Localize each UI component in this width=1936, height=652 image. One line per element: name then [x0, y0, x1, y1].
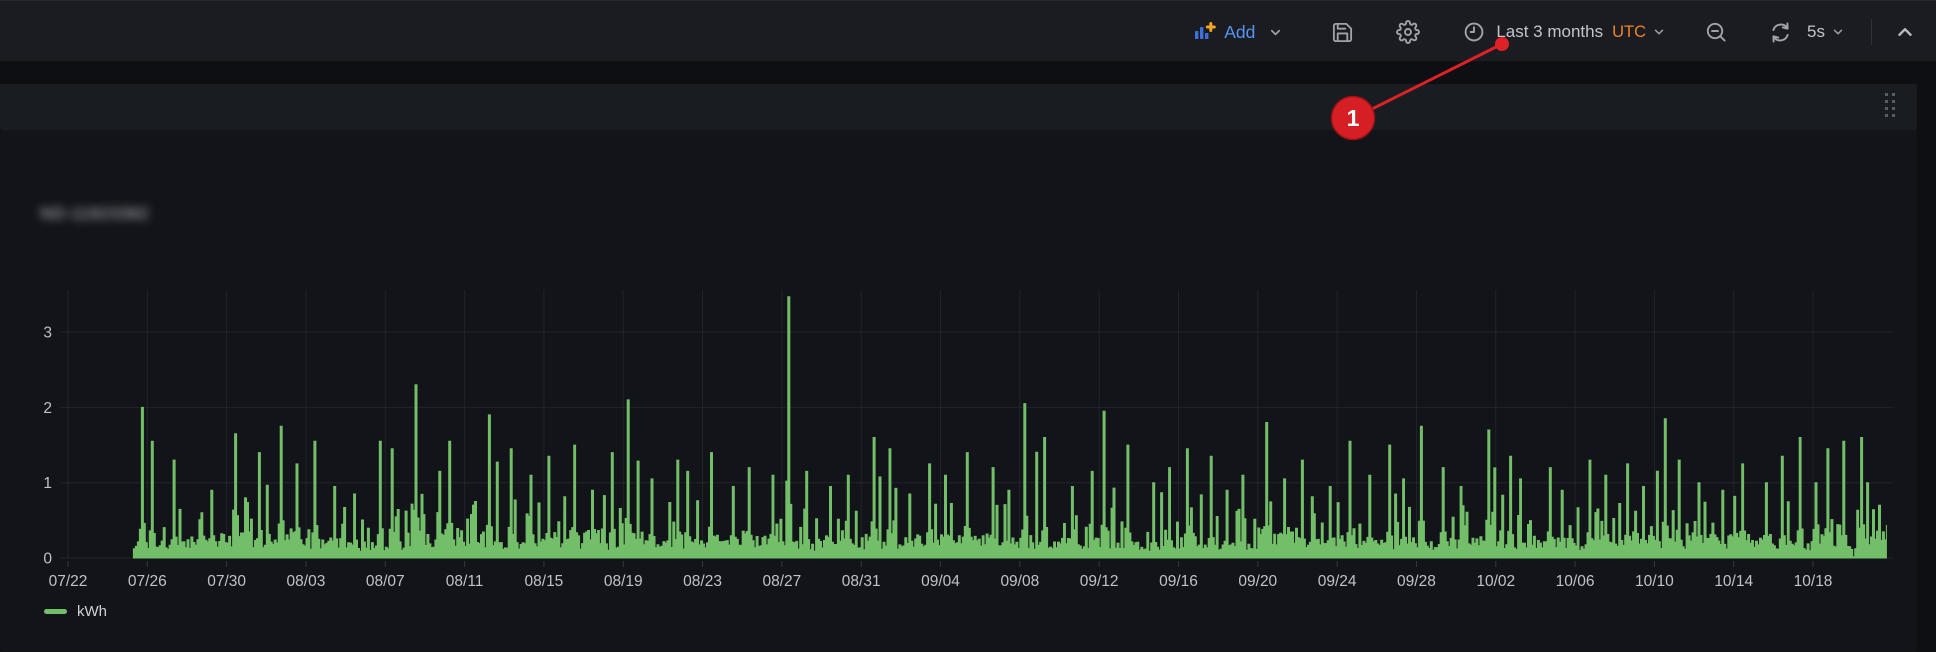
x-axis-tick-label: 10/06	[1556, 573, 1595, 590]
x-axis-tick-label: 10/14	[1714, 573, 1753, 590]
x-axis-tick-label: 09/24	[1318, 573, 1357, 590]
x-axis-tick-label: 09/12	[1080, 573, 1119, 590]
timeseries-panel: ND-11823382 012307/2207/2607/3008/0308/0…	[0, 130, 1917, 652]
dashboard-toolbar: Add	[0, 0, 1936, 62]
x-axis-tick-label: 07/22	[49, 573, 88, 590]
add-panel-button[interactable]: Add	[1192, 20, 1283, 44]
x-axis-tick-label: 08/19	[604, 573, 643, 590]
clock-icon	[1462, 20, 1486, 44]
x-axis-tick-label: 09/20	[1238, 573, 1277, 590]
bar-chart-plus-icon	[1192, 20, 1216, 44]
x-axis-tick-label: 09/16	[1159, 573, 1198, 590]
legend-series-swatch	[44, 609, 67, 614]
refresh-icon	[1768, 20, 1793, 45]
x-axis-tick-label: 10/02	[1476, 573, 1515, 590]
x-axis-tick-label: 08/31	[842, 573, 881, 590]
chevron-down-icon	[1268, 25, 1283, 40]
toolbar-divider	[1871, 19, 1872, 45]
toolbar-actions: Add	[1192, 1, 1936, 63]
add-panel-label: Add	[1224, 22, 1255, 43]
panel-drag-handle-icon[interactable]	[1885, 93, 1895, 117]
x-axis-tick-label: 08/23	[683, 573, 722, 590]
time-series-chart[interactable]: 0 1 2 3 07/22 07/26 07/30 08/03 08/07 08/11 08/15 0…	[0, 130, 1917, 652]
x-axis-tick-label: 09/28	[1397, 573, 1436, 590]
x-axis-tick-label: 07/26	[128, 573, 167, 590]
y-axis-tick-label: 0	[43, 551, 52, 568]
x-axis-tick-label: 07/30	[207, 573, 246, 590]
y-axis-tick-label: 2	[43, 400, 52, 417]
x-axis-tick-label: 08/03	[287, 573, 326, 590]
collapse-toolbar-button[interactable]	[1894, 21, 1916, 43]
x-axis-tick-label: 10/18	[1794, 573, 1833, 590]
refresh-interval-label: 5s	[1807, 22, 1825, 42]
legend-item-kwh[interactable]: kWh	[44, 603, 107, 620]
x-axis-tick-label: 09/04	[921, 573, 960, 590]
x-axis-tick-label: 09/08	[1000, 573, 1039, 590]
chevron-down-icon	[1652, 25, 1666, 39]
chevron-down-icon	[1831, 25, 1845, 39]
zoom-out-icon	[1704, 20, 1728, 44]
grafana-dashboard: Add	[0, 0, 1936, 652]
gear-icon	[1396, 20, 1420, 44]
legend-series-label: kWh	[77, 603, 107, 620]
time-range-picker[interactable]: Last 3 months UTC	[1462, 20, 1666, 44]
panel-header-row	[0, 84, 1917, 130]
x-axis-tick-label: 08/11	[446, 573, 484, 590]
chevron-up-icon	[1894, 21, 1916, 43]
timezone-label: UTC	[1612, 23, 1646, 42]
save-dashboard-button[interactable]	[1331, 21, 1354, 44]
y-axis-tick-label: 1	[43, 475, 52, 492]
y-axis-tick-label: 3	[43, 325, 52, 342]
kwh-area-series	[133, 297, 1886, 558]
zoom-out-time-button[interactable]	[1704, 20, 1728, 44]
dashboard-settings-button[interactable]	[1396, 20, 1420, 44]
refresh-interval-dropdown[interactable]: 5s	[1807, 22, 1845, 42]
x-axis-tick-label: 08/07	[366, 573, 405, 590]
time-range-label: Last 3 months	[1496, 22, 1603, 42]
x-axis-tick-label: 10/10	[1635, 573, 1674, 590]
x-axis-tick-label: 08/27	[762, 573, 801, 590]
x-axis-tick-label: 08/15	[525, 573, 564, 590]
refresh-dashboard-button[interactable]	[1768, 20, 1793, 45]
save-icon	[1331, 21, 1354, 44]
page-background-gap	[0, 63, 1936, 84]
